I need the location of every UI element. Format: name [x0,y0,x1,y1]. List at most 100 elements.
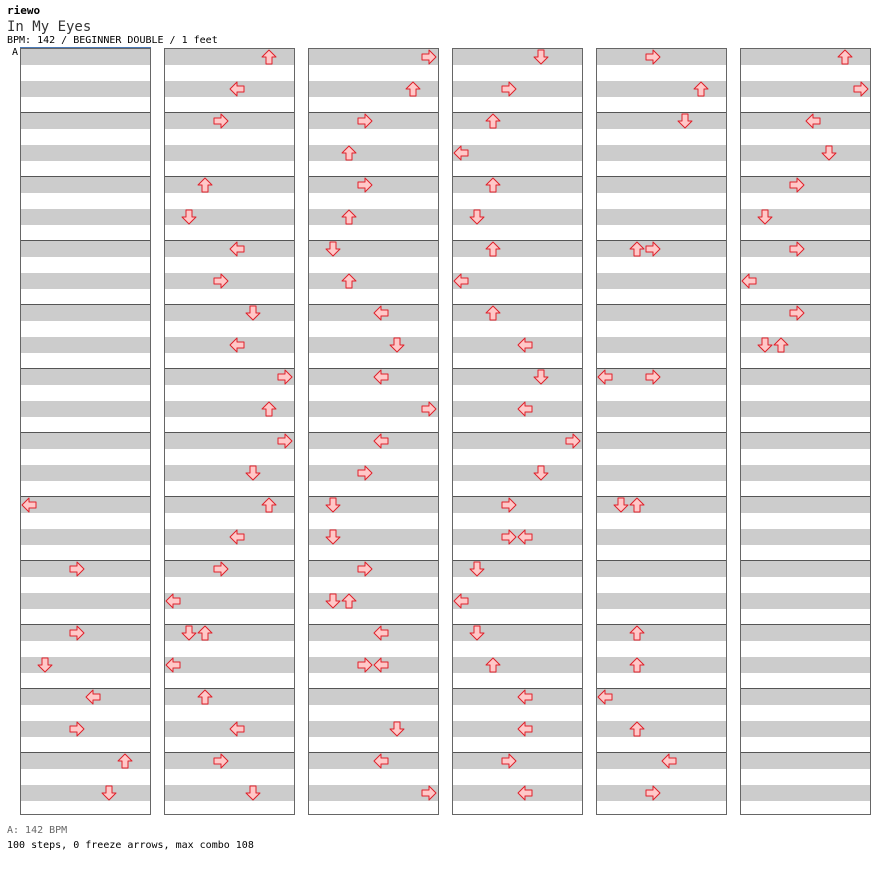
measure-line [453,368,582,369]
step-arrow-left-icon [229,721,245,737]
measure-line [741,560,870,561]
step-arrow-up-icon [197,625,213,641]
measure-line [741,240,870,241]
step-arrow-up-icon [341,209,357,225]
step-arrow-right-icon [69,721,85,737]
step-arrow-up-icon [341,145,357,161]
step-arrow-up-icon [485,657,501,673]
step-arrow-down-icon [389,721,405,737]
step-arrow-down-icon [757,337,773,353]
chart-column [596,48,727,815]
step-arrow-right-icon [565,433,581,449]
step-arrow-left-icon [517,785,533,801]
step-arrow-down-icon [469,209,485,225]
measure-line [21,560,150,561]
measure-line [453,432,582,433]
step-chart [0,0,896,876]
chart-column [164,48,295,815]
step-arrow-down-icon [245,785,261,801]
measure-line [597,624,726,625]
measure-line [309,688,438,689]
measure-line [21,112,150,113]
step-arrow-down-icon [245,465,261,481]
measure-line [741,176,870,177]
step-arrow-up-icon [629,657,645,673]
step-arrow-up-icon [693,81,709,97]
measure-line [21,240,150,241]
step-arrow-left-icon [229,241,245,257]
measure-line [597,368,726,369]
step-arrow-right-icon [501,81,517,97]
step-arrow-up-icon [485,305,501,321]
step-arrow-up-icon [629,241,645,257]
measure-line [741,496,870,497]
measure-line [165,176,294,177]
step-arrow-down-icon [757,209,773,225]
measure-line [453,752,582,753]
step-arrow-right-icon [789,177,805,193]
step-arrow-down-icon [325,241,341,257]
step-arrow-down-icon [469,561,485,577]
measure-line [597,688,726,689]
step-arrow-left-icon [805,113,821,129]
step-arrow-right-icon [357,177,373,193]
chart-column [308,48,439,815]
step-arrow-left-icon [741,273,757,289]
step-arrow-left-icon [165,657,181,673]
step-arrow-up-icon [197,689,213,705]
step-arrow-left-icon [453,593,469,609]
step-arrow-left-icon [229,337,245,353]
measure-line [453,240,582,241]
measure-line [165,368,294,369]
measure-line [453,176,582,177]
step-arrow-right-icon [645,49,661,65]
step-arrow-up-icon [405,81,421,97]
measure-line [597,112,726,113]
step-arrow-up-icon [837,49,853,65]
measure-line [21,176,150,177]
step-arrow-up-icon [197,177,213,193]
step-arrow-down-icon [181,625,197,641]
step-arrow-up-icon [629,497,645,513]
measure-line [309,112,438,113]
chart-column [740,48,871,815]
step-arrow-left-icon [373,305,389,321]
step-arrow-left-icon [85,689,101,705]
step-arrow-down-icon [533,369,549,385]
measure-line [741,688,870,689]
step-arrow-right-icon [645,369,661,385]
measure-line [741,304,870,305]
measure-line [741,752,870,753]
step-arrow-down-icon [101,785,117,801]
step-arrow-right-icon [421,401,437,417]
step-arrow-right-icon [645,785,661,801]
measure-line [21,624,150,625]
measure-line [597,304,726,305]
step-arrow-down-icon [389,337,405,353]
step-arrow-left-icon [373,625,389,641]
step-arrow-right-icon [277,433,293,449]
step-arrow-left-icon [165,593,181,609]
step-arrow-down-icon [325,529,341,545]
measure-line [597,432,726,433]
step-arrow-right-icon [501,497,517,513]
measure-line [165,688,294,689]
step-arrow-left-icon [229,81,245,97]
step-arrow-down-icon [677,113,693,129]
measure-line [21,368,150,369]
step-arrow-right-icon [69,625,85,641]
measure-line [165,560,294,561]
section-start-line [20,47,151,48]
step-arrow-up-icon [341,593,357,609]
step-arrow-left-icon [229,529,245,545]
step-arrow-right-icon [789,241,805,257]
measure-line [741,432,870,433]
chart-column [20,48,151,815]
measure-line [453,112,582,113]
step-arrow-left-icon [21,497,37,513]
measure-line [165,752,294,753]
measure-line [597,176,726,177]
step-arrow-left-icon [373,657,389,673]
step-arrow-right-icon [501,529,517,545]
chart-column [452,48,583,815]
